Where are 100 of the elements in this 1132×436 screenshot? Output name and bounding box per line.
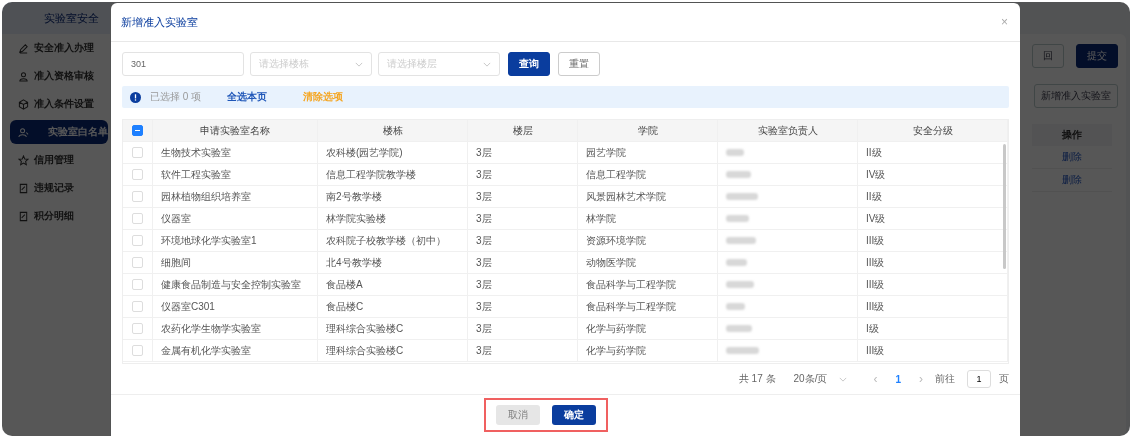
sidebar-item[interactable]: 积分明细 (10, 204, 108, 228)
people-icon (18, 126, 29, 138)
document-icon (18, 210, 29, 222)
page-number[interactable]: 1 (889, 373, 907, 385)
sidebar-item[interactable]: 实验室白名单 (10, 120, 108, 144)
blurred-name (726, 259, 747, 266)
blurred-name (726, 171, 751, 178)
table-cell: 生物技术实验室 (161, 145, 231, 160)
row-checkbox[interactable] (132, 147, 143, 158)
scrollbar[interactable] (1003, 144, 1006, 269)
page-size-select[interactable]: 20条/页 (793, 372, 848, 386)
sidebar-item[interactable]: 违规记录 (10, 176, 108, 200)
row-checkbox[interactable] (132, 169, 143, 180)
dialog-title: 新增准入实验室 (121, 14, 198, 30)
table-cell: 3层 (476, 299, 492, 314)
select-page-link[interactable]: 全选本页 (227, 90, 268, 104)
prev-page-button[interactable]: ‹ (869, 372, 882, 386)
table-cell: 资源环境学院 (586, 233, 646, 248)
table-cell: III级 (866, 343, 885, 358)
delete-link[interactable]: 删除 (1062, 150, 1082, 164)
toolbar-button[interactable]: 提交 (1076, 44, 1118, 68)
blurred-name (726, 281, 754, 288)
sidebar-item[interactable]: 准入资格审核 (10, 64, 108, 88)
header-title: 实验室安全 (44, 10, 99, 26)
delete-link[interactable]: 删除 (1062, 173, 1082, 187)
total-count: 共 17 条 (738, 372, 776, 386)
pencil-icon (18, 42, 29, 54)
table-cell: 3层 (476, 343, 492, 358)
table-cell: III级 (866, 277, 885, 292)
table-cell: 3层 (476, 167, 492, 182)
table-cell: 化学与药学院 (586, 321, 646, 336)
column-header: 申请实验室名称 (153, 120, 318, 141)
table-cell: 化学与药学院 (586, 343, 646, 358)
table-cell: 3层 (476, 189, 492, 204)
sidebar-item[interactable]: 准入条件设置 (10, 92, 108, 116)
column-header: 安全分级 (858, 120, 1008, 141)
table-cell: III级 (866, 233, 885, 248)
column-header: 操作 (1032, 124, 1112, 146)
table-cell: IV级 (866, 167, 886, 182)
table-cell: 食品楼A (326, 277, 363, 292)
blurred-name (726, 193, 758, 200)
column-header: 学院 (578, 120, 718, 141)
table-cell: 健康食品制造与安全控制实验室 (161, 277, 301, 292)
row-checkbox[interactable] (132, 323, 143, 334)
goto-label: 前往 (935, 372, 955, 386)
table-cell: 3层 (476, 145, 492, 160)
row-checkbox[interactable] (132, 345, 143, 356)
confirm-button[interactable]: 确定 (551, 405, 596, 425)
blurred-name (726, 347, 759, 354)
row-checkbox[interactable] (132, 191, 143, 202)
table-cell: 园艺学院 (586, 145, 626, 160)
blurred-name (726, 149, 744, 156)
table-cell: II级 (866, 189, 882, 204)
table-cell: I级 (866, 321, 879, 336)
row-checkbox[interactable] (132, 301, 143, 312)
table-cell: 3层 (476, 233, 492, 248)
column-header: 楼栋 (318, 120, 468, 141)
page-input[interactable]: 1 (967, 370, 991, 388)
selected-count: 已选择 0 项 (150, 90, 202, 104)
blurred-name (726, 303, 745, 310)
clear-selection-link[interactable]: 清除选项 (303, 90, 344, 104)
row-checkbox[interactable] (132, 279, 143, 290)
close-button[interactable]: × (999, 15, 1010, 29)
table-cell: IV级 (866, 211, 886, 226)
toolbar-button[interactable]: 回 (1032, 44, 1064, 68)
sidebar-item[interactable]: 信用管理 (10, 148, 108, 172)
row-checkbox[interactable] (132, 235, 143, 246)
table-cell: 理科综合实验楼C (326, 321, 404, 336)
reset-button[interactable]: 重置 (558, 52, 600, 76)
person-icon (18, 70, 29, 82)
page-suffix: 页 (999, 372, 1009, 386)
table-cell: 仪器室C301 (161, 299, 215, 314)
table-cell: 农药化学生物学实验室 (161, 321, 261, 336)
select-all-checkbox[interactable] (132, 125, 143, 136)
row-checkbox[interactable] (132, 213, 143, 224)
table-cell: 3层 (476, 321, 492, 336)
cube-icon (18, 98, 29, 110)
keyword-field[interactable]: 301 (122, 52, 244, 76)
table-cell: 北4号教学楼 (326, 255, 382, 270)
info-icon (130, 91, 141, 103)
column-header: 实验室负责人 (718, 120, 858, 141)
search-button[interactable]: 查询 (508, 52, 550, 76)
table-cell: 风景园林艺术学院 (586, 189, 666, 204)
row-checkbox[interactable] (132, 257, 143, 268)
table-cell: 农科楼(园艺学院) (326, 145, 403, 160)
table-cell: 3层 (476, 211, 492, 226)
table-cell: II级 (866, 145, 882, 160)
table-cell: III级 (866, 255, 885, 270)
table-cell: 动物医学院 (586, 255, 636, 270)
table-cell: 园林植物组织培养室 (161, 189, 251, 204)
next-page-button[interactable]: › (915, 372, 927, 386)
table-cell: 金属有机化学实验室 (161, 343, 251, 358)
column-header: 楼层 (468, 120, 578, 141)
table-cell: 林学院实验楼 (326, 211, 386, 226)
table-cell: 细胞间 (161, 255, 191, 270)
table-cell: III级 (866, 299, 885, 314)
blurred-name (726, 325, 752, 332)
table-cell: 环境地球化学实验室1 (161, 233, 257, 248)
sidebar-item[interactable]: 安全准入办理 (10, 36, 108, 60)
table-cell: 理科综合实验楼C (326, 343, 404, 358)
